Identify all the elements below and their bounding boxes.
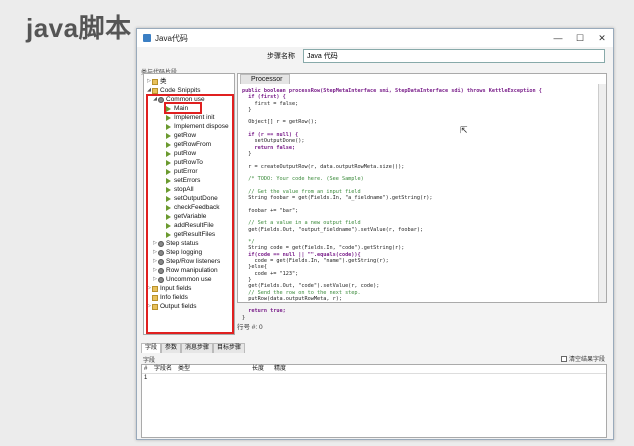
clear-result-fields-checkbox[interactable]: 清空结果字段 (561, 354, 605, 363)
row-number: 1 (144, 375, 148, 381)
step-name-row: 步骤名称 Java 代码 (137, 47, 613, 67)
folder-icon (152, 78, 158, 85)
table-row[interactable]: 1 (142, 374, 606, 383)
close-button[interactable]: ✕ (591, 33, 613, 44)
tab-info-steps[interactable]: 消息步骤 (181, 343, 214, 353)
tab-target-steps[interactable]: 目标步骤 (213, 343, 246, 353)
app-icon (143, 34, 151, 42)
tree-label: 类 (160, 78, 167, 85)
col-header: 长度 (252, 366, 265, 372)
col-header: # (144, 366, 148, 372)
mouse-cursor-icon: ⇱ (460, 126, 468, 136)
col-header: 精度 (274, 366, 287, 372)
java-code-dialog: Java代码 — ☐ ✕ 步骤名称 Java 代码 类与代码片段 ▷类 ◢Cod… (136, 28, 614, 440)
minimize-button[interactable]: — (547, 33, 569, 43)
checkbox-box[interactable] (561, 355, 567, 362)
code-line: public boolean processRow(StepMetaInterf… (242, 88, 542, 94)
fields-label: 字段 (143, 358, 156, 364)
titlebar: Java代码 — ☐ ✕ (137, 29, 613, 47)
tab-processor[interactable]: Processor (240, 74, 290, 84)
editor-scrollbar[interactable] (598, 84, 606, 302)
code-editor[interactable]: Processor public boolean processRow(Step… (237, 73, 607, 321)
step-name-input[interactable]: Java 代码 (303, 49, 605, 63)
main-highlight-box (164, 102, 202, 114)
tab-fields[interactable]: 字段 (141, 343, 162, 353)
line-position: 行号 #: 0 (237, 324, 263, 331)
tab-parameters[interactable]: 参数 (161, 343, 182, 353)
tree-highlight-box (146, 94, 234, 334)
slide: java脚本 Java代码 — ☐ ✕ 步骤名称 Java 代码 类与代码片段 … (0, 0, 634, 446)
col-header: 类型 (178, 366, 191, 372)
step-name-label: 步骤名称 (267, 53, 295, 60)
window-title: Java代码 (155, 33, 188, 43)
maximize-button[interactable]: ☐ (569, 33, 591, 44)
bottom-tabs: 字段 参数 消息步骤 目标步骤 (141, 343, 246, 353)
slide-title: java脚本 (26, 13, 132, 43)
snippets-tree[interactable]: ▷ 类 ◢ Code Snippits ◢ Common use Main Imple… (143, 73, 235, 335)
table-header: # 字段名 类型 长度 精度 (142, 365, 606, 374)
tree-node-classes[interactable]: ▷ 类 (146, 77, 167, 86)
folder-icon (152, 87, 158, 94)
col-header: 字段名 (154, 366, 173, 372)
code-area[interactable]: public boolean processRow(StepMetaInterf… (242, 88, 542, 321)
code-line: } (242, 314, 246, 321)
fields-table[interactable]: # 字段名 类型 长度 精度 1 (141, 364, 607, 438)
checkbox-label: 清空结果字段 (569, 357, 606, 363)
